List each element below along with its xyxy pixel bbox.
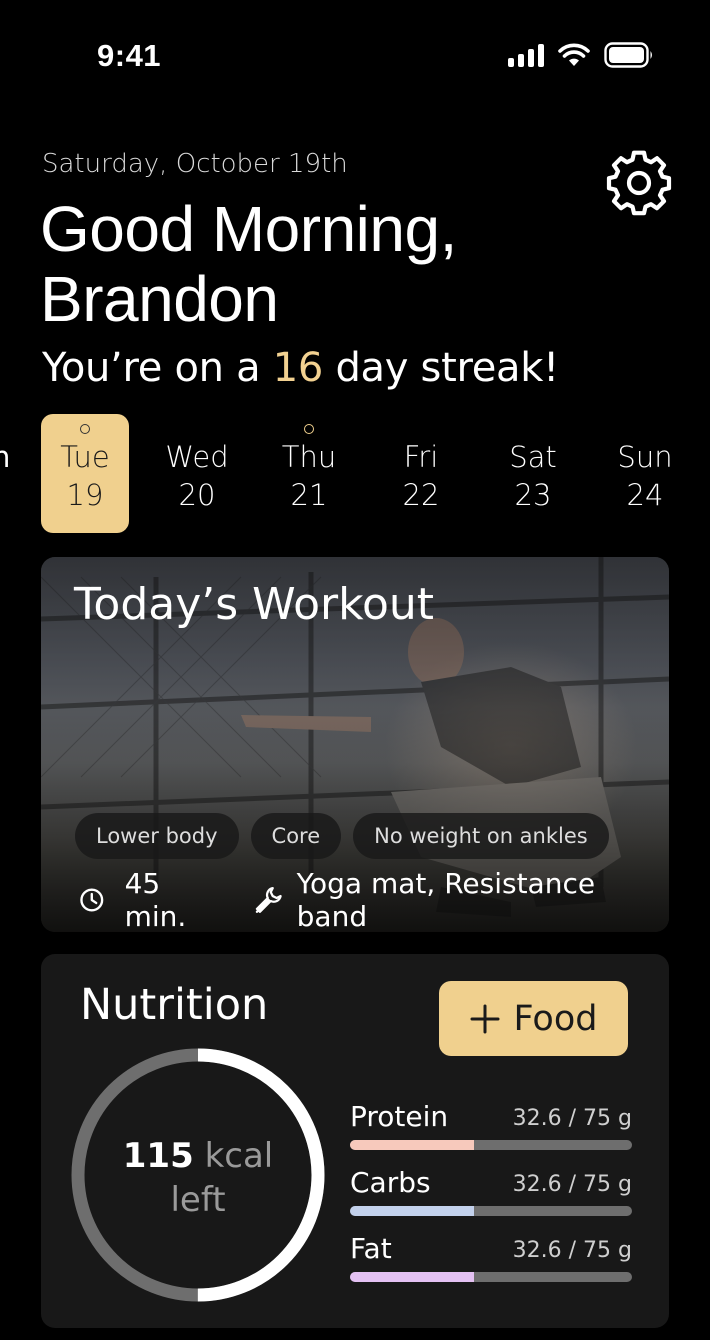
macro-progress-bar — [350, 1140, 632, 1150]
day-number: 20 — [178, 478, 216, 512]
day-name: Tue — [60, 440, 110, 474]
macro-progress-fill — [350, 1140, 475, 1150]
macro-value: 32.6 / 75 g — [512, 1172, 632, 1197]
status-icons — [508, 42, 654, 68]
streak-prefix: You’re on a — [42, 345, 261, 391]
day-name: Sun — [617, 440, 673, 474]
day-name: Fri — [403, 440, 439, 474]
plus-icon — [470, 1004, 500, 1033]
macro-name: Carbs — [350, 1166, 431, 1199]
cellular-signal-icon — [508, 43, 544, 67]
wifi-icon — [558, 43, 590, 66]
battery-icon — [604, 42, 652, 68]
greeting-title: Good Morning, Brandon — [40, 193, 457, 335]
macro-progress-fill — [350, 1272, 475, 1282]
status-time: 9:41 — [97, 38, 162, 73]
previous-day-partial[interactable]: n — [0, 440, 10, 474]
clock-icon — [80, 888, 104, 912]
kcal-suffix: left — [170, 1180, 226, 1220]
workout-tag: No weight on ankles — [353, 813, 609, 859]
todays-workout-card[interactable]: Today’s Workout Lower body Core No weigh… — [41, 557, 669, 932]
kcal-value: 115 — [122, 1136, 194, 1176]
nutrition-title: Nutrition — [80, 980, 269, 1030]
activity-dot-icon — [304, 424, 314, 434]
day-wed[interactable]: Wed 20 — [153, 414, 241, 533]
workout-tags: Lower body Core No weight on ankles — [75, 813, 609, 859]
workout-tag: Lower body — [75, 813, 239, 859]
day-sat[interactable]: Sat 23 — [489, 414, 577, 533]
streak-count: 16 — [272, 345, 324, 391]
workout-equipment-label: Yoga mat, Resistance band — [296, 867, 596, 932]
day-name: Wed — [165, 440, 229, 474]
day-name: Sat — [509, 440, 557, 474]
macro-name: Protein — [350, 1100, 449, 1133]
workout-duration: 45 min. — [79, 867, 229, 932]
macro-name: Fat — [350, 1232, 392, 1265]
workout-title: Today’s Workout — [74, 579, 435, 630]
macro-progress-fill — [350, 1206, 475, 1216]
streak-suffix: day streak! — [335, 345, 559, 391]
add-food-button[interactable]: Food — [439, 981, 628, 1056]
nutrition-card: Nutrition Food 115 kcal left Protein 32.… — [41, 954, 669, 1328]
workout-meta: 45 min. Yoga mat, Resistance band — [79, 867, 669, 932]
day-thu[interactable]: Thu 21 — [265, 414, 353, 533]
day-number: 24 — [626, 478, 664, 512]
activity-dot-icon — [80, 424, 90, 434]
macro-progress-bar — [350, 1272, 632, 1282]
day-tue[interactable]: Tue 19 — [41, 414, 129, 533]
workout-equipment: Yoga mat, Resistance band — [253, 867, 669, 932]
day-number: 19 — [66, 478, 104, 512]
kcal-unit: kcal — [204, 1136, 274, 1176]
date-label: Saturday, October 19th — [42, 149, 348, 179]
macro-progress-bar — [350, 1206, 632, 1216]
streak-text: You’re on a 16 day streak! — [42, 345, 559, 391]
workout-tag: Core — [250, 813, 342, 859]
macro-value: 32.6 / 75 g — [512, 1106, 632, 1131]
add-food-label: Food — [513, 998, 598, 1039]
status-bar: 9:41 — [0, 0, 710, 110]
day-fri[interactable]: Fri 22 — [377, 414, 465, 533]
workout-duration-label: 45 min. — [124, 867, 187, 932]
day-number: 22 — [402, 478, 440, 512]
wrench-icon — [255, 887, 282, 913]
day-sun[interactable]: Sun 24 — [601, 414, 689, 533]
day-name: Thu — [281, 440, 337, 474]
day-number: 21 — [290, 478, 328, 512]
settings-button[interactable] — [606, 150, 672, 216]
gear-icon — [606, 150, 672, 216]
macro-value: 32.6 / 75 g — [512, 1238, 632, 1263]
calories-left: 115 kcal left — [69, 1134, 327, 1222]
day-number: 23 — [514, 478, 552, 512]
